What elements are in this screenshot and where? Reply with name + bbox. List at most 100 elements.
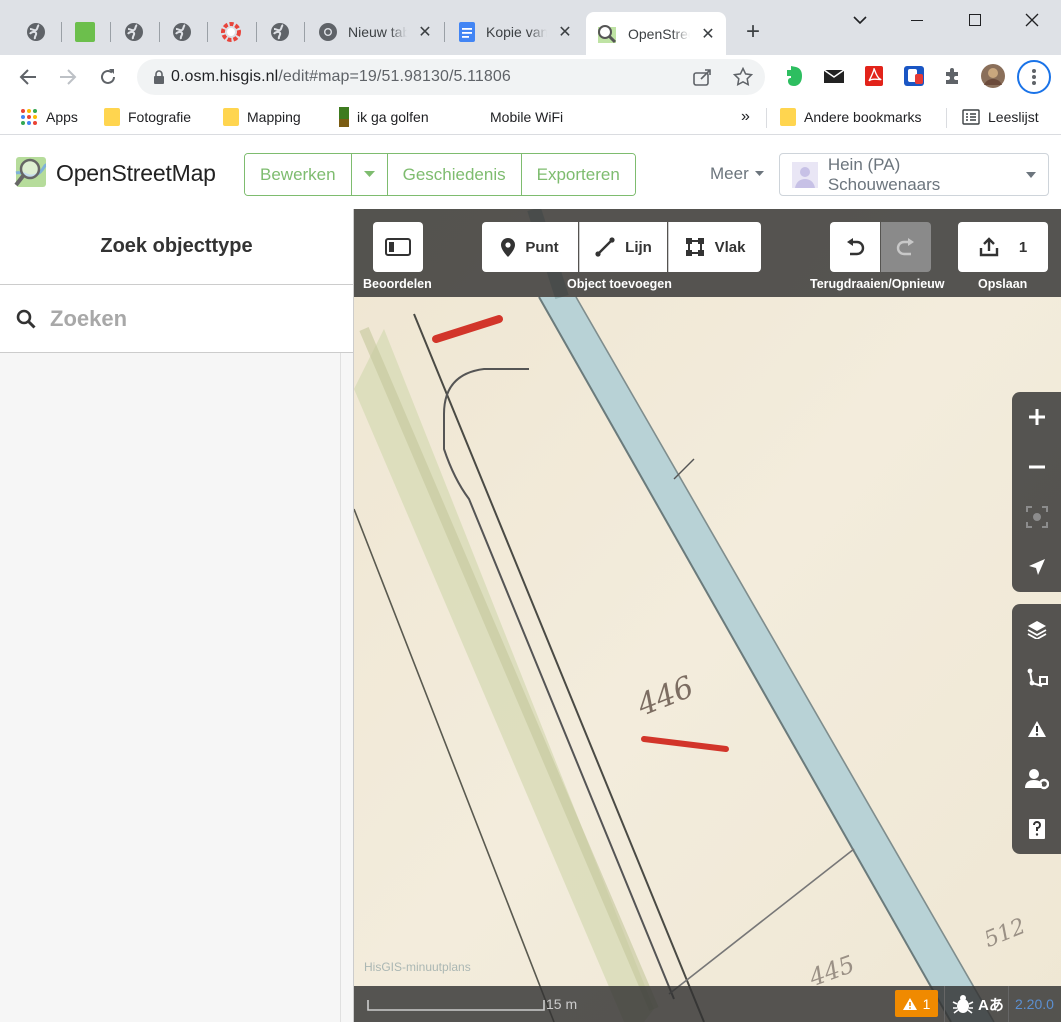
tab-1[interactable]	[15, 14, 57, 50]
extension-blue-red[interactable]	[901, 63, 927, 89]
double-chevron-icon: »	[741, 108, 750, 125]
osm-logo-icon	[14, 157, 47, 187]
bookmarks-overflow-button[interactable]: »	[741, 105, 750, 129]
folder-icon	[780, 108, 796, 126]
map-footer: 15 m 1 Aあ 2.20.0	[354, 986, 1061, 1022]
chevron-down-icon	[853, 16, 867, 25]
zoom-in-button[interactable]	[1012, 392, 1061, 442]
bookmark-apps[interactable]: Apps	[20, 105, 78, 129]
save-button[interactable]: 1	[958, 222, 1048, 272]
map-canvas[interactable]: 446 445 512 Beoordelen Punt Lijn Vlak Ob…	[354, 209, 1061, 1022]
help-pane-button[interactable]	[1012, 804, 1061, 854]
review-sidebar-toggle[interactable]	[373, 222, 423, 272]
close-icon[interactable]: ✕	[700, 24, 716, 44]
tab-2[interactable]	[64, 14, 106, 50]
url-text[interactable]: 0.osm.hisgis.nl/edit#map=19/51.98130/5.1…	[171, 68, 511, 86]
zoom-to-selection-button[interactable]	[1012, 492, 1061, 542]
arrow-left-icon	[19, 69, 36, 85]
lock-icon	[154, 70, 164, 84]
bookmark-label: Mobile WiFi	[490, 109, 564, 125]
more-label: Meer	[710, 164, 749, 183]
translate-button[interactable]: Aあ	[978, 994, 1004, 1014]
close-icon[interactable]: ✕	[557, 22, 573, 42]
bookmark-label: ik ga golfen	[357, 109, 429, 125]
bookmarks-separator	[766, 108, 767, 128]
bookmark-fotografie[interactable]: Fotografie	[104, 105, 191, 129]
minimize-button[interactable]	[904, 8, 930, 32]
bookmark-golf[interactable]: ik ga golfen	[339, 105, 429, 129]
new-tab-button[interactable]: +	[740, 20, 766, 46]
zoom-out-button[interactable]	[1012, 442, 1061, 492]
version-link[interactable]: 2.20.0	[1015, 996, 1054, 1012]
folder-icon	[223, 108, 239, 126]
avatar-icon	[981, 64, 1005, 88]
green-square-icon	[75, 22, 95, 42]
edit-dropdown-toggle[interactable]	[350, 154, 387, 195]
maximize-button[interactable]	[962, 8, 988, 32]
background-pane-button[interactable]	[1012, 604, 1061, 654]
browser-menu-button[interactable]	[1017, 60, 1051, 94]
map-data-pane-button[interactable]	[1012, 654, 1061, 704]
issues-info-badge[interactable]: 1	[895, 990, 938, 1017]
add-point-button[interactable]: Punt	[482, 222, 578, 272]
point-label: Punt	[525, 238, 559, 256]
add-line-button[interactable]: Lijn	[579, 222, 667, 272]
bookmark-mobile-wifi[interactable]: Mobile WiFi	[490, 105, 563, 129]
tab-docs[interactable]: Kopie van ✕	[448, 14, 583, 50]
map-pane-controls	[1012, 604, 1061, 854]
bookmarks-bar: Apps Fotografie Mapping ik ga golfen Mob…	[0, 99, 1061, 135]
mail-extension[interactable]	[821, 63, 847, 89]
globe-icon	[173, 23, 191, 41]
forward-button[interactable]	[54, 63, 82, 91]
history-button[interactable]: Geschiedenis	[386, 154, 521, 195]
help-icon	[1028, 819, 1045, 839]
omnibox[interactable]: 0.osm.hisgis.nl/edit#map=19/51.98130/5.1…	[137, 59, 765, 95]
caret-down-icon	[1026, 171, 1036, 178]
caret-down-icon	[754, 171, 764, 176]
tab-3[interactable]	[113, 14, 155, 50]
tab-5[interactable]	[210, 14, 252, 50]
docs-icon	[459, 22, 475, 42]
bookmark-label: Fotografie	[128, 109, 192, 125]
editor-top-toolbar: Beoordelen Punt Lijn Vlak Object toevoeg…	[354, 209, 1061, 297]
profile-avatar[interactable]	[980, 63, 1006, 89]
extensions-button[interactable]	[940, 63, 966, 89]
star-icon[interactable]	[733, 67, 753, 87]
tab-6[interactable]	[259, 14, 301, 50]
close-window-button[interactable]	[1019, 8, 1045, 32]
share-icon[interactable]	[693, 68, 713, 86]
tab-openstreetmap[interactable]: OpenStreetMap ✕	[586, 12, 726, 55]
chrome-icon	[319, 23, 337, 41]
issues-count: 1	[922, 995, 931, 1012]
scale-label: 15 m	[546, 996, 578, 1012]
pdf-extension[interactable]	[861, 63, 887, 89]
edit-button[interactable]: Bewerken	[245, 154, 351, 195]
bookmark-mapping[interactable]: Mapping	[223, 105, 301, 129]
evernote-extension[interactable]	[781, 63, 807, 89]
close-icon[interactable]: ✕	[417, 22, 433, 42]
preferences-pane-button[interactable]	[1012, 754, 1061, 804]
upload-icon	[979, 237, 999, 257]
url-host: 0.osm.hisgis.nl	[171, 68, 279, 85]
export-button[interactable]: Exporteren	[520, 154, 635, 195]
osm-brand-link[interactable]: OpenStreetMap	[14, 155, 216, 191]
geolocate-button[interactable]	[1012, 542, 1061, 592]
more-menu-button[interactable]: Meer	[710, 164, 764, 184]
tab-new-tab[interactable]: Nieuw tabblad ✕	[308, 14, 443, 50]
user-menu-button[interactable]: Hein (PA) Schouwenaars	[779, 153, 1049, 196]
sidebar-resizer[interactable]	[340, 353, 341, 1022]
tab-4[interactable]	[161, 14, 203, 50]
bug-icon	[952, 995, 974, 1014]
redo-button[interactable]	[881, 222, 931, 272]
reading-list-button[interactable]: Leeslijst	[962, 105, 1039, 129]
bookmark-other[interactable]: Andere bookmarks	[780, 105, 922, 129]
sidebar-header: Zoek objecttype	[0, 209, 353, 285]
back-button[interactable]	[14, 63, 42, 91]
tab-search-button[interactable]	[847, 8, 873, 32]
preset-search-input[interactable]	[50, 305, 330, 332]
add-area-button[interactable]: Vlak	[668, 222, 761, 272]
report-bug-button[interactable]	[952, 994, 974, 1014]
reload-button[interactable]	[94, 63, 122, 91]
issues-pane-button[interactable]	[1012, 704, 1061, 754]
undo-button[interactable]	[830, 222, 880, 272]
